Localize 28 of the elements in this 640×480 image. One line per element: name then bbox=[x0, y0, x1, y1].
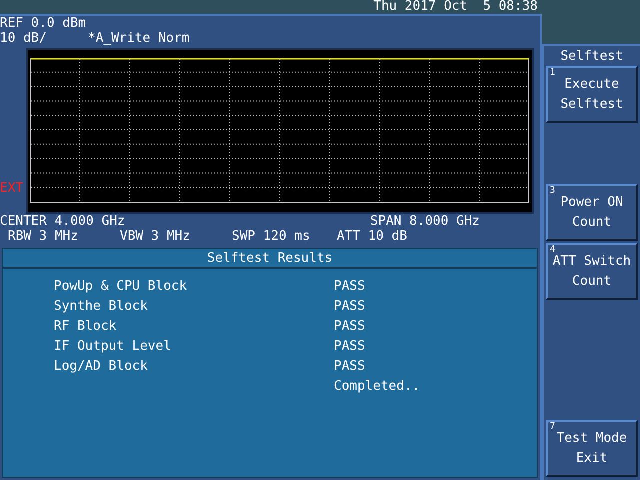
test-status: Completed.. bbox=[334, 379, 420, 396]
vbw-setting: VBW 3 MHz bbox=[120, 229, 192, 244]
test-item: PowUp & CPU Block bbox=[54, 279, 188, 296]
test-item: Synthe Block bbox=[54, 299, 149, 316]
test-result: PASS bbox=[334, 339, 366, 356]
span-setting: SPAN 8.000 GHz bbox=[370, 214, 480, 229]
test-result: PASS bbox=[334, 319, 366, 336]
menu-title: Selftest bbox=[560, 48, 624, 64]
softkey[interactable]: 1 Execute Selftest bbox=[546, 66, 638, 123]
clock: Thu 2017 Oct 5 08:38 bbox=[374, 0, 538, 14]
reference-level: REF 0.0 dBm bbox=[0, 16, 88, 31]
scale-label: 10 dB/ bbox=[0, 31, 48, 46]
rbw-setting: RBW 3 MHz bbox=[8, 229, 80, 244]
attenuation-setting: ATT 10 dB bbox=[337, 229, 408, 244]
test-item: IF Output Level bbox=[54, 339, 172, 356]
softkey[interactable]: 4 ATT Switch Count bbox=[546, 243, 638, 300]
sweep-time: SWP 120 ms bbox=[232, 229, 312, 244]
center-frequency: CENTER 4.000 GHz bbox=[0, 214, 126, 229]
softkey[interactable]: 3 Power ON Count bbox=[546, 184, 638, 241]
test-result: PASS bbox=[334, 359, 366, 376]
softkey[interactable]: 7 Test Mode Exit bbox=[546, 420, 638, 477]
trace-mode: *A_Write Norm bbox=[88, 31, 190, 46]
results-title: Selftest Results bbox=[207, 250, 333, 266]
ext-indicator: EXT bbox=[0, 181, 24, 196]
test-result: PASS bbox=[334, 279, 366, 296]
test-item: Log/AD Block bbox=[54, 359, 149, 376]
test-result: PASS bbox=[334, 299, 366, 316]
test-item: RF Block bbox=[54, 319, 118, 336]
